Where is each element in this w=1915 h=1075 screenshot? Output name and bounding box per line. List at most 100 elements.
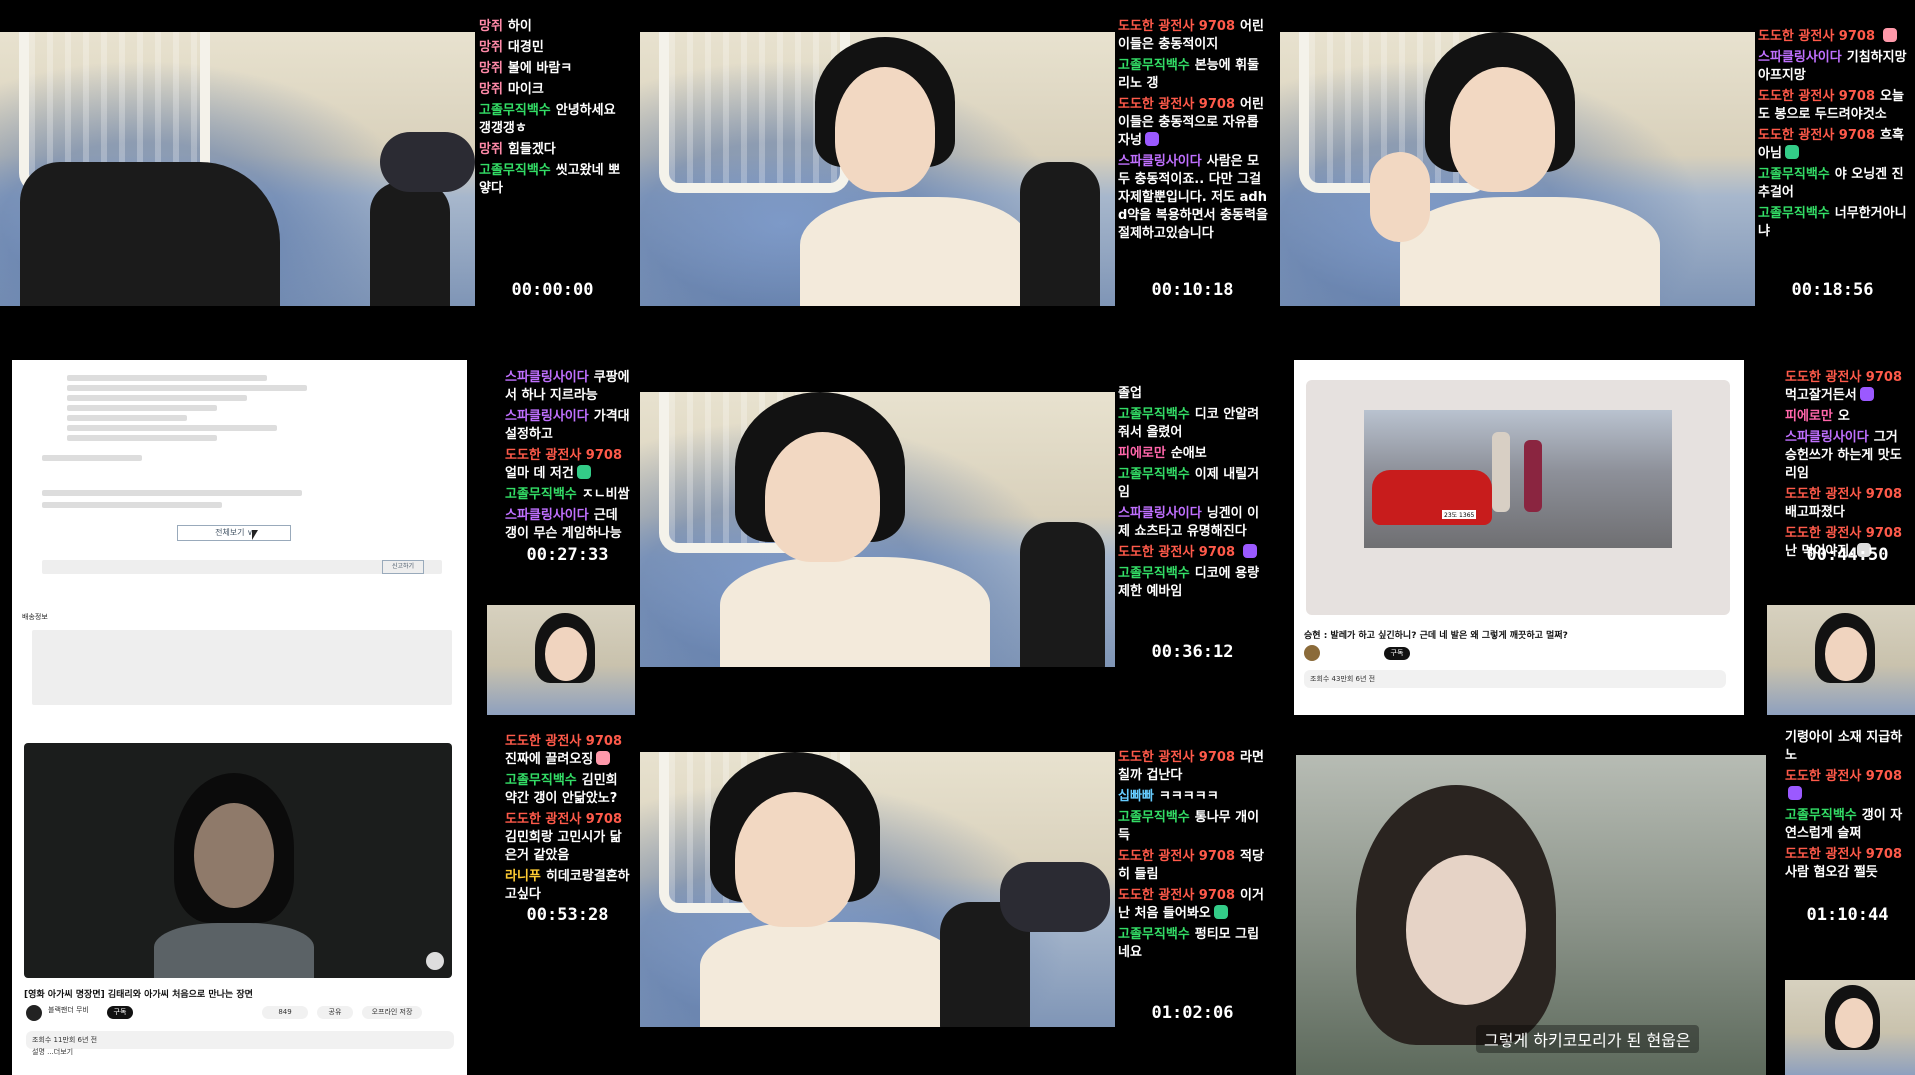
chat-line: 도도한 광전사 9708 이거 난 처음 들어봐오 <box>1118 888 1264 921</box>
youtube-page: 23도 1365 승현 : 발레가 하고 싶긴하니? 근데 네 발은 왜 그렇게… <box>1294 360 1744 715</box>
timestamp: 00:00:00 <box>511 280 594 300</box>
chat-overlay: 도도한 광전사 9708 어린이들은 충동적이지 고졸무직백수 본능에 휘둘리노 갱… <box>1118 18 1268 246</box>
chat-line: 도도한 광전사 9708 어린이들은 충동적이지 <box>1118 19 1264 52</box>
streamer-face <box>735 792 855 927</box>
chat-line: 도도한 광전사 9708김민희랑 고민시가 닮은거 같았음 <box>505 812 622 863</box>
chat-line: 스파클링사이다 근데 갱이 무슨 게임하나능 <box>505 508 622 541</box>
webcam-pip <box>1767 605 1915 715</box>
chat-line: 고졸무직백수 안녕하세요 갱갱갱ㅎ <box>479 103 616 136</box>
share-button[interactable]: 공유 <box>317 1006 353 1019</box>
tile-7: [영화 아가씨 명장면] 김태리와 아가씨 처음으로 만나는 장면 블랙팬더 무… <box>0 715 640 1075</box>
microphone <box>1020 162 1100 306</box>
emoticon-icon <box>1883 28 1897 42</box>
video-player <box>24 743 452 978</box>
chat-line: 기령아이 소재 지급하노 <box>1785 730 1903 763</box>
save-offline-button[interactable]: 오프라인 저장 <box>362 1006 422 1019</box>
subscribe-button[interactable]: 구독 <box>1384 647 1410 660</box>
streamer-face <box>765 432 880 562</box>
chat-line: 도도한 광전사 9708 <box>1758 28 1908 46</box>
chat-line: 스파클링사이다 닝겐이 이제 쇼츠타고 유명해진다 <box>1118 506 1260 539</box>
channel-avatar <box>1304 645 1320 661</box>
chat-line: 도도한 광전사 9708 어린이들은 충동적으로 자유롭자넝 <box>1118 97 1264 148</box>
tile-3: 도도한 광전사 9708 스파클링사이다 기침하지망 아프지망 도도한 광전사 9… <box>1280 0 1915 306</box>
video-title: [영화 아가씨 명장면] 김태리와 아가씨 처음으로 만나는 장면 <box>24 990 253 1000</box>
chat-line: 고졸무직백수 통나무 개이득 <box>1118 810 1260 843</box>
tile-1: 망쥐 하이 망쥐 대경민 망쥐 볼에 바람ㅋ 망쥐 마이크 고졸무직백수 안녕하세요 갱갱… <box>0 0 640 306</box>
streamer-shirt <box>720 557 990 667</box>
chat-line: 도도한 광전사 9708 <box>1118 544 1268 562</box>
tile-5: 졸업 고졸무직백수 디코 안알려줘서 올렸어 피에로만 순애보 고졸무직백수 이제 내… <box>640 355 1280 715</box>
emoticon-icon <box>1859 387 1874 401</box>
see-all-button[interactable]: 전체보기 ∨ <box>177 525 291 541</box>
movie-frame: 그렇게 하키코모리가 된 현웁은 <box>1296 755 1766 1075</box>
video-views: 조회수 11만회 6년 전 <box>26 1031 454 1049</box>
timestamp: 00:53:28 <box>526 905 609 925</box>
chat-line: 고졸무직백수 펑티모 그립네요 <box>1118 927 1260 960</box>
chat-line: 고졸무직백수 ㅈㄴ비쌈 <box>505 487 630 502</box>
chat-line: 도도한 광전사 9708사람 혐오감 쩔듯 <box>1785 847 1902 880</box>
chat-overlay: 스파클링사이다 쿠팡에서 하나 지르라능 스파클링사이다 가격대 설정하고 도도한 … <box>505 369 630 546</box>
chat-line: 망쥐 대경민 <box>479 40 544 55</box>
emoticon-icon <box>1144 132 1159 146</box>
person-figure <box>1524 440 1542 512</box>
section-title: 배송정보 <box>22 613 48 621</box>
chat-line: 고졸무직백수 이제 내릴거임 <box>1118 467 1260 500</box>
chat-line: 도도한 광전사 9708 적당히 들림 <box>1118 849 1264 882</box>
chat-overlay: 도도한 광전사 9708진짜에 끌려오징 고졸무직백수 김민희 약간 갱이 안닮았… <box>505 733 630 907</box>
webcam-frame <box>640 752 1115 1027</box>
mouse-cursor-icon <box>252 530 258 540</box>
timestamp: 01:02:06 <box>1151 1003 1234 1023</box>
timestamp: 00:18:56 <box>1791 280 1874 300</box>
webcam-frame <box>640 32 1115 306</box>
chat-line: 십빠빠 ㅋㅋㅋㅋㅋ <box>1118 789 1219 804</box>
chat-overlay: 도도한 광전사 9708 스파클링사이다 기침하지망 아프지망 도도한 광전사 9… <box>1758 28 1908 244</box>
streamer-shirt <box>800 197 1030 306</box>
chat-line: 도도한 광전사 9708배고파졌다 <box>1785 487 1902 520</box>
clothes-pile <box>1000 862 1110 932</box>
chat-overlay: 기령아이 소재 지급하노 도도한 광전사 9708 고졸무직백수 갱이 자연스럽게 … <box>1785 729 1910 885</box>
chat-overlay: 도도한 광전사 9708먹고잘거든서 피에로만 오 스파클링사이다 그거 승헌쓰가 … <box>1785 369 1910 564</box>
video-description[interactable]: 조회수 43만회 6년 전 <box>1304 670 1726 688</box>
streamer-hand <box>1370 152 1430 242</box>
chat-line: 스파클링사이다 기침하지망 아프지망 <box>1758 50 1907 83</box>
webcam-frame <box>1280 32 1755 306</box>
chat-line: 고졸무직백수 갱이 자연스럽게 슬쩌 <box>1785 808 1903 841</box>
chat-line: 스파클링사이다 가격대 설정하고 <box>505 409 630 442</box>
product-page: 전체보기 ∨ 신고하기 배송정보 <box>12 360 467 715</box>
timestamp: 01:10:44 <box>1806 905 1889 925</box>
chat-line: 망쥐 볼에 바람ㅋ <box>479 61 573 76</box>
webcam-pip <box>1785 980 1915 1075</box>
chat-line: 도도한 광전사 9708 오늘도 봉으로 두드려야것소 <box>1758 89 1904 122</box>
chat-line: 고졸무직백수 김민희 약간 갱이 안닮았노? <box>505 773 618 806</box>
report-button[interactable]: 신고하기 <box>382 560 424 574</box>
chat-line: 고졸무직백수 씻고왔네 뽀얗다 <box>479 163 621 196</box>
streamer-shirt <box>700 922 960 1027</box>
chat-line: 피에로만 순애보 <box>1118 446 1207 461</box>
chat-line: 도도한 광전사 9708먹고잘거든서 <box>1785 370 1902 403</box>
emoticon-icon <box>1213 905 1228 919</box>
chat-line: 라니푸 히데코랑결혼하고싶다 <box>505 869 630 902</box>
actor-face <box>194 803 274 908</box>
chair <box>20 162 280 306</box>
channel-name[interactable]: 블랙팬더 무비 <box>48 1005 89 1015</box>
streamer-face <box>835 67 935 192</box>
webcam-frame <box>640 392 1115 667</box>
chat-overlay: 망쥐 하이 망쥐 대경민 망쥐 볼에 바람ㅋ 망쥐 마이크 고졸무직백수 안녕하세요 갱갱… <box>479 18 627 201</box>
chat-line: 스파클링사이다 사람은 모두 충동적이죠.. 다만 그걸 자제할뿐입니다. 저도 … <box>1118 154 1268 241</box>
like-button[interactable]: 849 <box>262 1006 308 1019</box>
chat-line: 피에로만 오 <box>1785 409 1850 424</box>
person-figure <box>1492 432 1510 512</box>
timestamp: 00:27:33 <box>526 545 609 565</box>
chat-line: 스파클링사이다 쿠팡에서 하나 지르라능 <box>505 370 630 403</box>
chat-line: 망쥐 하이 <box>479 19 532 34</box>
emoticon-icon <box>1243 544 1257 558</box>
tile-2: 도도한 광전사 9708 어린이들은 충동적이지 고졸무직백수 본능에 휘둘리노 갱… <box>640 0 1280 306</box>
chat-line: 도도한 광전사 9708 라면 칠까 겁난다 <box>1118 750 1264 783</box>
tile-6: 23도 1365 승현 : 발레가 하고 싶긴하니? 근데 네 발은 왜 그렇게… <box>1280 355 1915 715</box>
chat-line: 도도한 광전사 9708얼마 데 저건 <box>505 448 622 481</box>
video-description[interactable]: 설명 ...더보기 <box>32 1047 73 1057</box>
webcam-frame <box>0 32 475 306</box>
timestamp: 00:10:18 <box>1151 280 1234 300</box>
chat-line: 도도한 광전사 9708진짜에 끌려오징 <box>505 734 622 767</box>
subscribe-button[interactable]: 구독 <box>107 1006 133 1019</box>
